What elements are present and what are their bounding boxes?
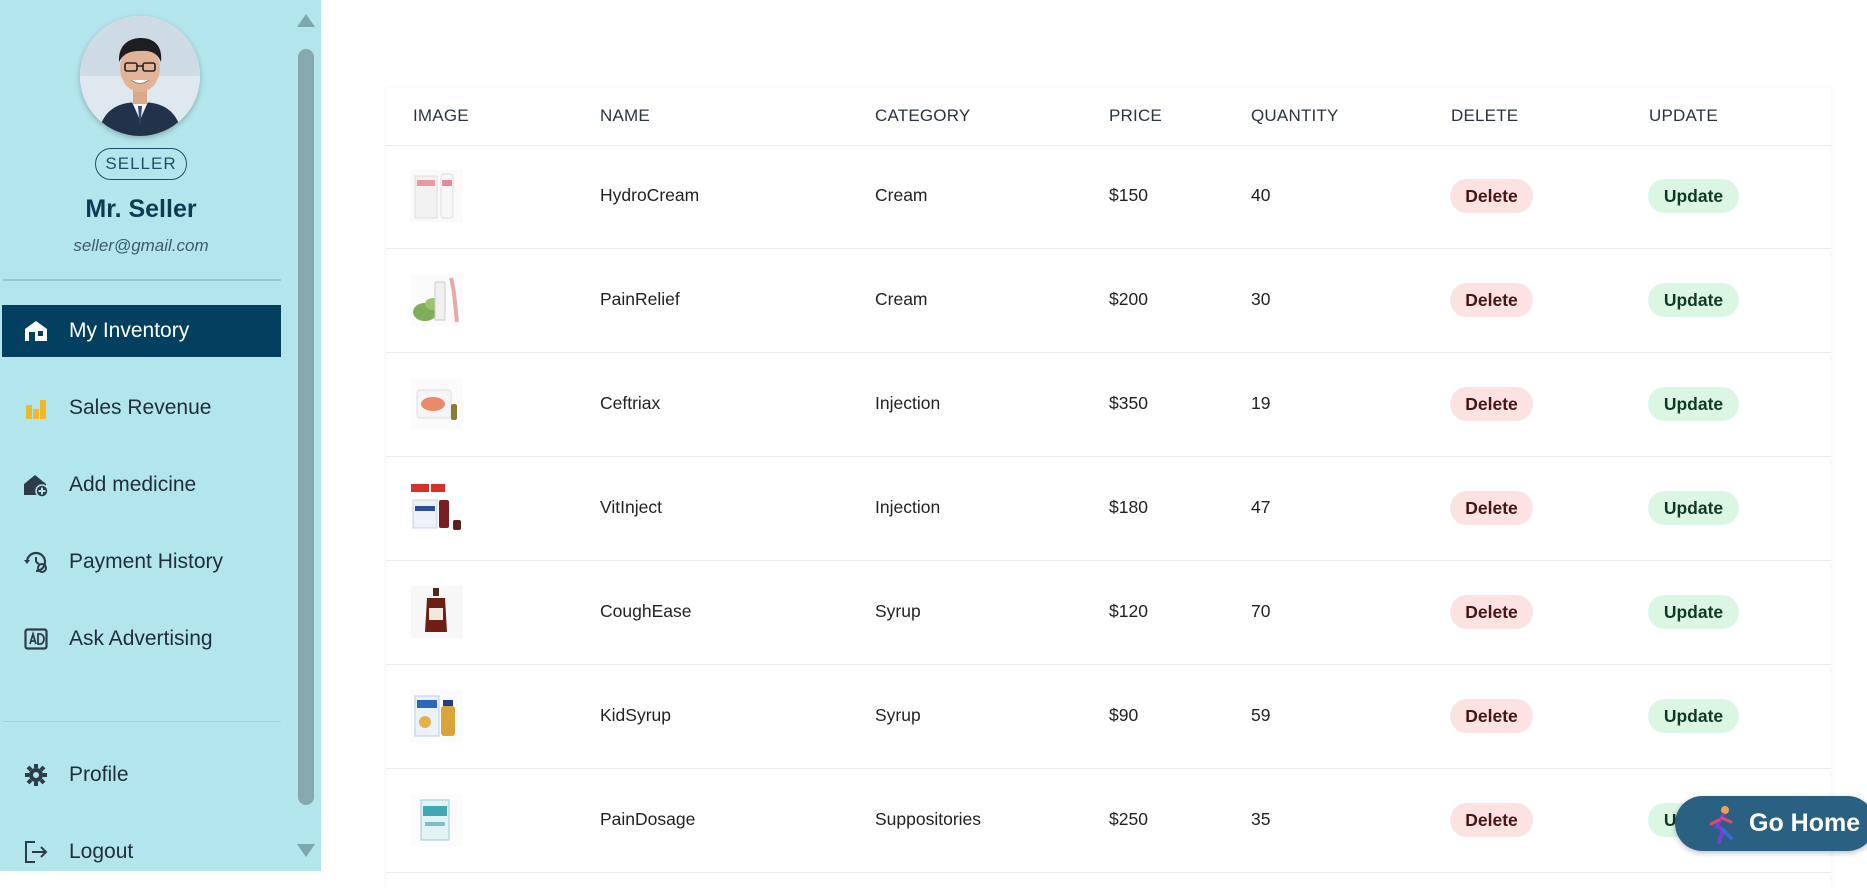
sidebar-scrollbar-thumb[interactable] xyxy=(298,49,314,805)
nav-label: Logout xyxy=(69,840,134,863)
delete-button[interactable]: Delete xyxy=(1450,595,1533,629)
product-price: $250 xyxy=(1109,809,1148,829)
user-name: Mr. Seller xyxy=(85,195,197,223)
product-category: Cream xyxy=(875,185,928,205)
nav-item-sales-revenue[interactable]: Sales Revenue xyxy=(2,382,281,434)
table-row: PainRelief Cream $200 30 Delete Update xyxy=(386,249,1831,353)
product-quantity: 40 xyxy=(1251,185,1271,205)
product-category: Injection xyxy=(875,497,941,517)
go-home-label: Go Home xyxy=(1749,809,1861,837)
column-header-image: IMAGE xyxy=(413,106,469,125)
product-image-painrelief xyxy=(411,274,463,326)
product-name: HydroCream xyxy=(600,185,700,205)
product-image-kidsyrup xyxy=(411,690,463,742)
update-button[interactable]: Update xyxy=(1648,283,1739,317)
scroll-up-arrow-icon[interactable] xyxy=(297,14,315,27)
column-header-price: PRICE xyxy=(1109,106,1162,125)
product-price: $90 xyxy=(1109,705,1139,725)
update-button[interactable]: Update xyxy=(1648,699,1739,733)
delete-button[interactable]: Delete xyxy=(1450,803,1533,837)
delete-button[interactable]: Delete xyxy=(1450,283,1533,317)
nav-item-ask-advertising[interactable]: Ask Advertising xyxy=(2,613,281,665)
product-image-vitinject xyxy=(411,482,463,534)
column-header-quantity: QUANTITY xyxy=(1251,106,1339,125)
product-name: PainDosage xyxy=(600,809,696,829)
product-name: PainRelief xyxy=(600,289,680,309)
product-price: $350 xyxy=(1109,393,1148,413)
product-quantity: 70 xyxy=(1251,601,1271,621)
table-row: KidSyrup Syrup $90 59 Delete Update xyxy=(386,665,1831,769)
user-email: seller@gmail.com xyxy=(73,236,209,255)
product-quantity: 59 xyxy=(1251,705,1271,725)
delete-button[interactable]: Delete xyxy=(1450,179,1533,213)
ad-icon xyxy=(22,625,50,653)
product-name: Ceftriax xyxy=(600,393,661,413)
column-header-name: NAME xyxy=(600,106,650,125)
nav-label: Payment History xyxy=(69,550,224,573)
update-button[interactable]: Update xyxy=(1648,179,1739,213)
product-category: Syrup xyxy=(875,705,921,725)
delete-button[interactable]: Delete xyxy=(1450,491,1533,525)
product-quantity: 19 xyxy=(1251,393,1271,413)
nav-item-logout[interactable]: Logout xyxy=(2,826,281,871)
product-price: $150 xyxy=(1109,185,1148,205)
column-header-delete: DELETE xyxy=(1451,106,1519,125)
bar-chart-icon xyxy=(22,394,50,422)
logout-icon xyxy=(22,838,50,866)
scroll-down-arrow-icon[interactable] xyxy=(297,844,315,857)
product-image-paindosage xyxy=(411,794,463,846)
column-header-category: CATEGORY xyxy=(875,106,971,125)
table-header: IMAGE NAME CATEGORY PRICE QUANTITY DELET… xyxy=(386,88,1831,146)
product-name: VitInject xyxy=(600,497,662,517)
nav-label: Add medicine xyxy=(69,473,197,496)
product-category: Injection xyxy=(875,393,941,413)
product-category: Suppositories xyxy=(875,809,982,829)
divider xyxy=(3,721,281,722)
update-button[interactable]: Update xyxy=(1648,595,1739,629)
product-price: $200 xyxy=(1109,289,1148,309)
column-header-update: UPDATE xyxy=(1649,106,1718,125)
avatar[interactable] xyxy=(80,16,200,136)
table-row: HydroCream Cream $150 40 Delete Update xyxy=(386,145,1831,249)
product-category: Cream xyxy=(875,289,928,309)
role-badge: SELLER xyxy=(95,148,187,180)
product-name: CoughEase xyxy=(600,601,692,621)
product-quantity: 30 xyxy=(1251,289,1271,309)
nav-item-my-inventory[interactable]: My Inventory xyxy=(2,305,281,357)
house-plus-icon xyxy=(22,471,50,499)
product-name: KidSyrup xyxy=(600,705,672,725)
product-image-coughease xyxy=(411,586,463,638)
nav-label: Ask Advertising xyxy=(69,627,213,650)
store-icon xyxy=(22,317,50,345)
product-image-ceftriax xyxy=(411,378,463,430)
table-row: VitInject Injection $180 47 Delete Updat… xyxy=(386,457,1831,561)
nav-label: My Inventory xyxy=(69,319,190,342)
gear-icon xyxy=(22,761,50,789)
product-quantity: 47 xyxy=(1251,497,1271,517)
product-category: Syrup xyxy=(875,601,921,621)
table-row: Ceftriax Injection $350 19 Delete Update xyxy=(386,353,1831,457)
product-price: $180 xyxy=(1109,497,1148,517)
table-row: CoughEase Syrup $120 70 Delete Update xyxy=(386,561,1831,665)
delete-button[interactable]: Delete xyxy=(1450,387,1533,421)
table-row: PainDosage Suppositories $250 35 Delete … xyxy=(386,769,1831,873)
inventory-table: IMAGE NAME CATEGORY PRICE QUANTITY DELET… xyxy=(386,88,1831,888)
nav-item-payment-history[interactable]: Payment History xyxy=(2,536,281,588)
update-button[interactable]: Update xyxy=(1648,491,1739,525)
nav-item-add-medicine[interactable]: Add medicine xyxy=(2,459,281,511)
running-person-icon xyxy=(1709,805,1733,844)
product-image-hydrocream xyxy=(411,170,463,222)
nav-label: Sales Revenue xyxy=(69,396,212,419)
product-quantity: 35 xyxy=(1251,809,1271,829)
update-button[interactable]: Update xyxy=(1648,387,1739,421)
divider xyxy=(3,279,281,281)
go-home-button[interactable]: Go Home xyxy=(1675,796,1867,851)
delete-button[interactable]: Delete xyxy=(1450,699,1533,733)
history-icon xyxy=(22,548,50,576)
nav-label: Profile xyxy=(69,763,129,786)
product-price: $120 xyxy=(1109,601,1148,621)
nav-item-profile[interactable]: Profile xyxy=(2,749,281,801)
sidebar: SELLER Mr. Seller seller@gmail.com My In… xyxy=(0,0,321,871)
